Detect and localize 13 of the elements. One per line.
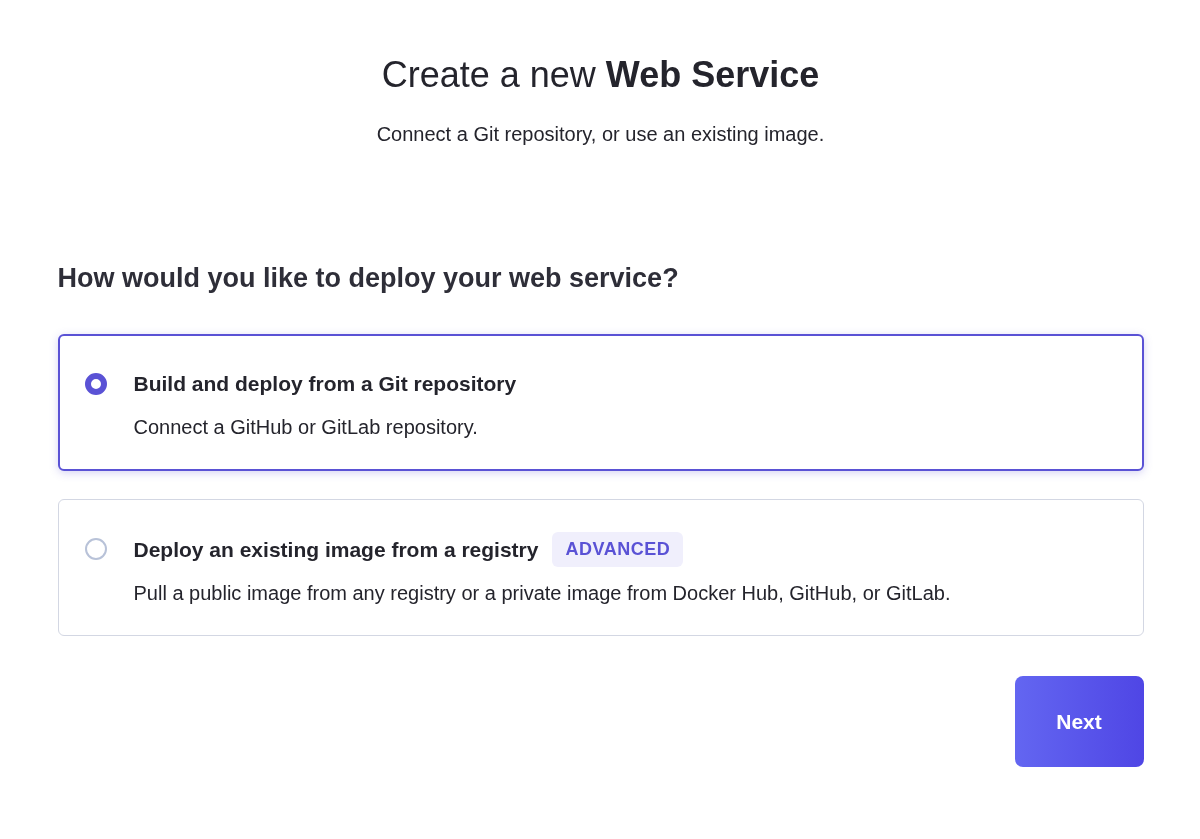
option-description: Pull a public image from any registry or a private image from Docker Hub, GitHub, or GitLab. [133, 581, 951, 606]
page-title: Create a new Web Service [380, 53, 821, 97]
page-subtitle: Connect a Git repository, or use an existing image. [375, 122, 826, 147]
question-heading: How would you like to deploy your web service? [57, 262, 680, 295]
radio-button[interactable] [84, 373, 107, 395]
deploy-option-card[interactable]: Deploy an existing image from a registry ADVANCED Pull a public image from any registry or a private image from Docker Hub, GitHub, or GitLab. [57, 499, 1144, 636]
option-description: Connect a GitHub or GitLab repository. [133, 415, 479, 440]
radio-button[interactable] [84, 538, 107, 560]
next-button[interactable]: Next [1014, 676, 1144, 767]
deploy-option-card[interactable]: Build and deploy from a Git repository Connect a GitHub or GitLab repository. [57, 334, 1144, 471]
option-title: Deploy an existing image from a registry [133, 537, 539, 562]
advanced-badge: ADVANCED [552, 532, 684, 567]
option-title: Build and deploy from a Git repository [133, 372, 517, 396]
